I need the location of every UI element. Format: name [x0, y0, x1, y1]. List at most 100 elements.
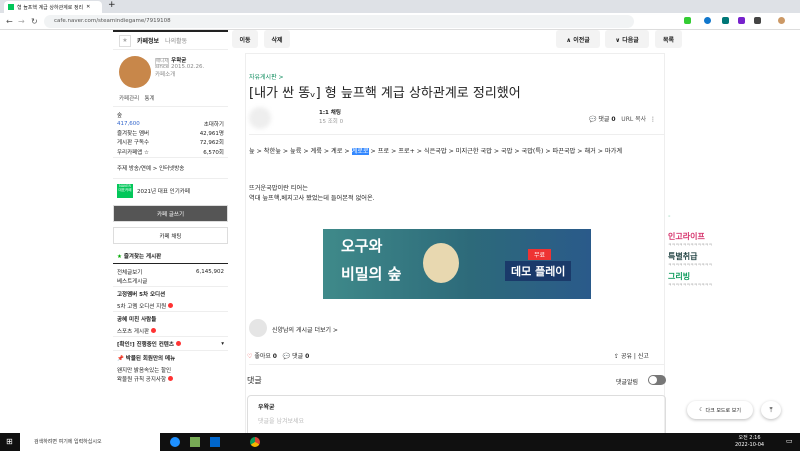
comment-alarm-toggle[interactable]: [648, 375, 666, 385]
minecraft-icon[interactable]: [190, 437, 200, 447]
extension-icon[interactable]: [684, 17, 691, 24]
cafe-admin-link[interactable]: 카페관리: [119, 96, 139, 102]
free-tag: 무료: [528, 249, 552, 260]
comments-count: 0: [611, 116, 616, 123]
star-icon: ★: [117, 254, 122, 260]
board-group[interactable]: 박물된 회원만의 메뉴: [126, 356, 175, 362]
favicon-icon: [8, 4, 14, 10]
chat-name[interactable]: 특별취급: [668, 253, 800, 261]
browser-tab[interactable]: 형 늪프핵 계급 상하관계로 정리 ✕: [4, 1, 102, 13]
dark-mode-label: 다크 모드로 보기: [705, 407, 741, 414]
invite-link[interactable]: 초대하기: [204, 120, 224, 128]
info-value: 6,570회: [203, 149, 224, 156]
mushroom-character: [423, 243, 459, 283]
board-item[interactable]: 스포츠 게시판: [117, 329, 149, 335]
tier-list: 늪 > 착한늪 > 늪륙 > 계륙 > 계로 > 계로로 > 프로 > 프로+ …: [249, 147, 664, 157]
comments-heading: 댓글: [247, 376, 262, 385]
article-title: [내가 싼 똥ᵥ] 형 늪프핵 계급 상하관계로 정리했어: [249, 86, 521, 101]
board-item[interactable]: 베스트게시글: [117, 277, 147, 285]
new-tab-button[interactable]: +: [108, 0, 116, 10]
demo-play-label: 데모 플레이: [505, 261, 572, 281]
prev-post-button[interactable]: ∧ 이전글: [556, 30, 600, 48]
list-button[interactable]: 목록: [655, 30, 682, 48]
board-item[interactable]: 왠지만 밝음속있는 할인: [117, 366, 171, 374]
star-icon[interactable]: ★: [119, 34, 131, 47]
forward-icon[interactable]: →: [18, 17, 25, 26]
close-tab-icon[interactable]: ✕: [86, 4, 90, 10]
write-post-button[interactable]: 카페 글쓰기: [113, 205, 228, 222]
extension-icon[interactable]: [738, 17, 745, 24]
comments-link[interactable]: 댓글: [598, 116, 609, 123]
board-group[interactable]: 공혜 미친 사람들: [117, 315, 156, 323]
url-copy-button[interactable]: URL 복사: [621, 116, 646, 123]
right-chat-panel: - 인고라이프 ㅋㅋㅋㅋㅋㅋㅋㅋㅋㅋㅋㅋ 특별취급 ㅋㅋㅋㅋㅋㅋㅋㅋㅋㅋㅋㅋ 그…: [668, 213, 800, 289]
clock-time: 오전 2:16: [738, 435, 761, 441]
comment-button[interactable]: 댓글: [292, 353, 303, 360]
author-avatar: [249, 319, 267, 337]
edge-icon[interactable]: [170, 437, 180, 447]
cafe-topic[interactable]: 주제 방송/연예 > 인터넷방송: [113, 158, 228, 179]
board-item[interactable]: 왁물원 규칙 공지사항: [117, 377, 166, 383]
browser-tab-bar: 형 늪프핵 계급 상하관계로 정리 ✕ +: [0, 0, 800, 13]
url-text: cafe.naver.com/steamindiegame/7919108: [54, 18, 171, 24]
more-icon[interactable]: ⋮: [650, 116, 656, 123]
selected-text: 계로로: [351, 148, 369, 155]
cafe-chat-button[interactable]: 카페 채팅: [113, 227, 228, 244]
article-card: 자유게시판 > [내가 싼 똥ᵥ] 형 늪프핵 계급 상하관계로 정리했어 1:…: [245, 53, 666, 440]
moon-icon: ☾: [699, 407, 704, 413]
extension-icon[interactable]: [722, 17, 729, 24]
share-button[interactable]: 공유: [621, 353, 632, 360]
cafe-intro-link[interactable]: 카페소개: [155, 72, 175, 78]
chat-name[interactable]: 인고라이프: [668, 233, 800, 241]
heart-icon[interactable]: ♡: [247, 353, 252, 360]
taskbar-search[interactable]: 검색하려면 여기에 입력하십시오: [20, 433, 160, 451]
next-post-button[interactable]: ∨ 다음글: [605, 30, 649, 48]
app-icon[interactable]: [210, 437, 220, 447]
ad-banner[interactable]: 오구와 비밀의 숲 무료 데모 플레이: [323, 229, 591, 299]
comment-icon: 💬: [282, 353, 291, 360]
comment-count: 0: [305, 353, 310, 360]
tab-cafe-info[interactable]: 카페정보: [137, 36, 159, 45]
board-item[interactable]: 5차 고멤 오디션 지원: [117, 304, 166, 310]
author-avatar[interactable]: [249, 107, 271, 129]
puzzle-icon[interactable]: [754, 17, 761, 24]
tab-my-activity[interactable]: 나의활동: [165, 36, 187, 45]
share-icon: ⇪: [614, 353, 620, 360]
board-item[interactable]: 전체글보기: [117, 268, 142, 276]
chrome-icon[interactable]: [250, 437, 260, 447]
comment-icon: 💬: [589, 116, 597, 123]
delete-button[interactable]: 삭제: [264, 30, 290, 48]
info-label: 우리카페앱 ☆: [117, 149, 149, 156]
comment-placeholder: 댓글을 남겨보세요: [258, 418, 305, 425]
reload-icon[interactable]: ↻: [31, 17, 38, 26]
board-group[interactable]: 고정멤버 5차 오디션: [117, 290, 165, 298]
move-button[interactable]: 이동: [232, 30, 258, 48]
stats-link[interactable]: 통계: [145, 96, 155, 102]
scroll-top-icon[interactable]: ⤒: [761, 401, 781, 419]
chat-text: ㅋㅋㅋㅋㅋㅋㅋㅋㅋㅋㅋㅋ: [668, 262, 713, 267]
url-input[interactable]: cafe.naver.com/steamindiegame/7919108: [44, 15, 634, 28]
board-link[interactable]: 자유게시판 >: [249, 72, 284, 81]
back-icon[interactable]: ←: [6, 17, 13, 26]
extension-icon[interactable]: [704, 17, 711, 24]
since-date: since 2015.02.26.: [155, 64, 205, 70]
chat-name[interactable]: 그리빙: [668, 273, 800, 281]
profile-avatar[interactable]: [778, 17, 785, 24]
banner-title: 오구와: [341, 237, 383, 255]
report-button[interactable]: 신고: [638, 353, 649, 360]
board-group[interactable]: [확인!] 진행중인 컨텐츠: [117, 342, 174, 348]
notification-icon[interactable]: ▭: [786, 437, 793, 445]
body-line: 뜨거운국밥이란 티어는: [249, 185, 308, 192]
dark-mode-button[interactable]: ☾ 다크 모드로 보기: [687, 401, 753, 419]
like-count: 0: [272, 353, 277, 360]
favorite-boards-header[interactable]: 즐겨찾는 게시판: [124, 254, 161, 260]
tab-title: 형 늪프핵 계급 상하관계로 정리: [17, 4, 84, 11]
address-bar-row: ← → ↻ cafe.naver.com/steamindiegame/7919…: [0, 13, 800, 30]
chat-button[interactable]: 1:1 채팅: [319, 108, 341, 116]
windows-start-icon[interactable]: ⊞: [6, 437, 13, 446]
chevron-down-icon[interactable]: ▾: [221, 341, 224, 347]
like-button[interactable]: 좋아요: [254, 353, 271, 360]
cafe-logo: [119, 56, 151, 88]
info-label: 게시판 구독수: [117, 139, 150, 146]
author-more-link[interactable]: 신양남의 게시글 더보기 >: [272, 325, 338, 334]
